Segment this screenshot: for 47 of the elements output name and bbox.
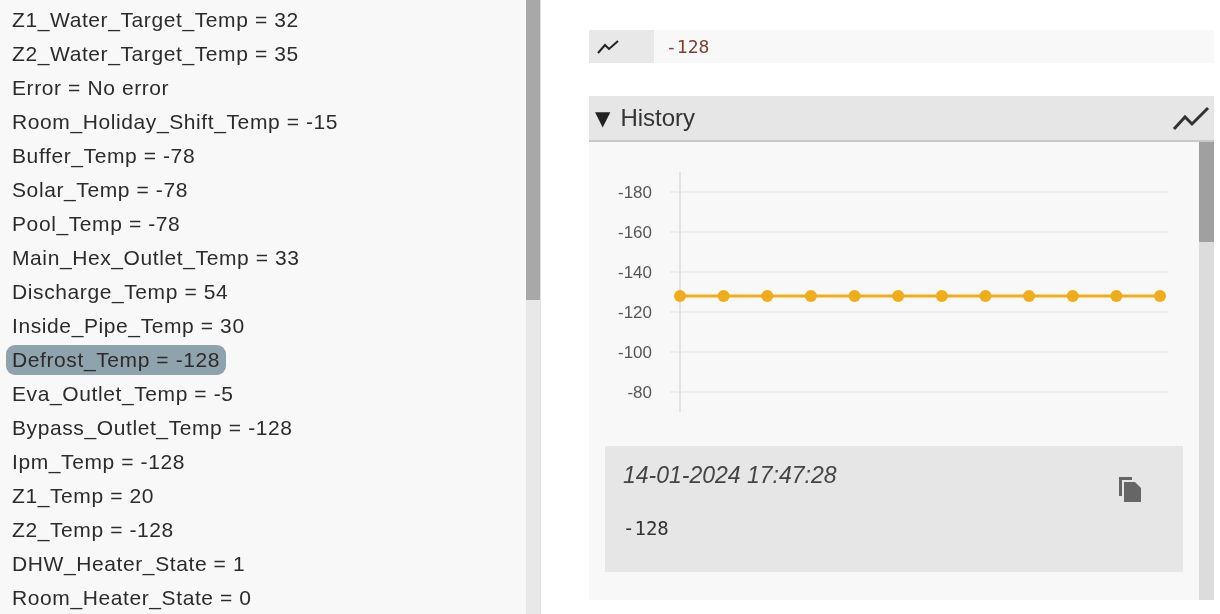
variable-item[interactable]: Room_Heater_State = 0 bbox=[6, 583, 258, 613]
variable-item[interactable]: Room_Holiday_Shift_Temp = -15 bbox=[6, 107, 345, 137]
record-time: 14-01-2024 17:47:28 bbox=[623, 462, 837, 489]
record-value: -128 bbox=[623, 517, 670, 539]
variable-item[interactable]: Bypass_Outlet_Temp = -128 bbox=[6, 413, 299, 443]
variable-item[interactable]: Eva_Outlet_Temp = -5 bbox=[6, 379, 240, 409]
data-point bbox=[892, 290, 905, 302]
variable-item[interactable]: Main_Hex_Outlet_Temp = 33 bbox=[6, 243, 306, 273]
variable-item[interactable]: Ipm_Temp = -128 bbox=[6, 447, 191, 477]
trend-icon bbox=[597, 39, 619, 54]
variable-item[interactable]: Discharge_Temp = 54 bbox=[6, 277, 235, 307]
trend-icon[interactable] bbox=[1172, 105, 1210, 131]
axis-label: -120 bbox=[617, 303, 652, 322]
data-point bbox=[1110, 290, 1123, 302]
data-point bbox=[761, 290, 774, 302]
axis-label: -80 bbox=[627, 383, 652, 402]
data-point bbox=[979, 290, 992, 302]
variable-item[interactable]: Inside_Pipe_Temp = 30 bbox=[6, 311, 251, 341]
variable-item[interactable]: Defrost_Temp = -128 bbox=[6, 345, 227, 375]
variable-item[interactable]: Z1_Temp = 20 bbox=[6, 481, 161, 511]
scrollbar-thumb[interactable] bbox=[526, 0, 540, 300]
data-point bbox=[1066, 290, 1079, 302]
data-point bbox=[935, 290, 948, 302]
scrollbar-thumb[interactable] bbox=[1199, 142, 1214, 242]
data-point bbox=[804, 290, 817, 302]
axis-label: -160 bbox=[617, 223, 652, 242]
axis-label: -180 bbox=[617, 183, 652, 202]
variable-item[interactable]: Z2_Water_Target_Temp = 35 bbox=[6, 39, 305, 69]
variable-item[interactable]: Solar_Temp = -78 bbox=[6, 175, 194, 205]
data-point bbox=[674, 290, 686, 302]
value-field[interactable]: -128 bbox=[589, 30, 1214, 63]
data-point bbox=[1154, 290, 1166, 302]
copy-icon[interactable] bbox=[1117, 474, 1143, 504]
history-header[interactable]: ▼ History bbox=[589, 96, 1214, 142]
axis-label: -100 bbox=[617, 343, 652, 362]
variable-item[interactable]: Z1_Water_Target_Temp = 32 bbox=[6, 5, 305, 35]
history-title: History bbox=[620, 104, 696, 132]
data-point bbox=[717, 290, 730, 302]
variable-item[interactable]: Z2_Temp = -128 bbox=[6, 515, 180, 545]
variable-item[interactable]: Error = No error bbox=[6, 73, 176, 103]
data-point bbox=[1023, 290, 1036, 302]
axis-label: -140 bbox=[617, 263, 652, 282]
toggle-arrow[interactable]: ▼ bbox=[595, 106, 611, 130]
variable-item[interactable]: DHW_Heater_State = 1 bbox=[6, 549, 252, 579]
variable-item[interactable]: Pool_Temp = -78 bbox=[6, 209, 187, 239]
data-point bbox=[848, 290, 861, 302]
variable-item[interactable]: Buffer_Temp = -78 bbox=[6, 141, 202, 171]
